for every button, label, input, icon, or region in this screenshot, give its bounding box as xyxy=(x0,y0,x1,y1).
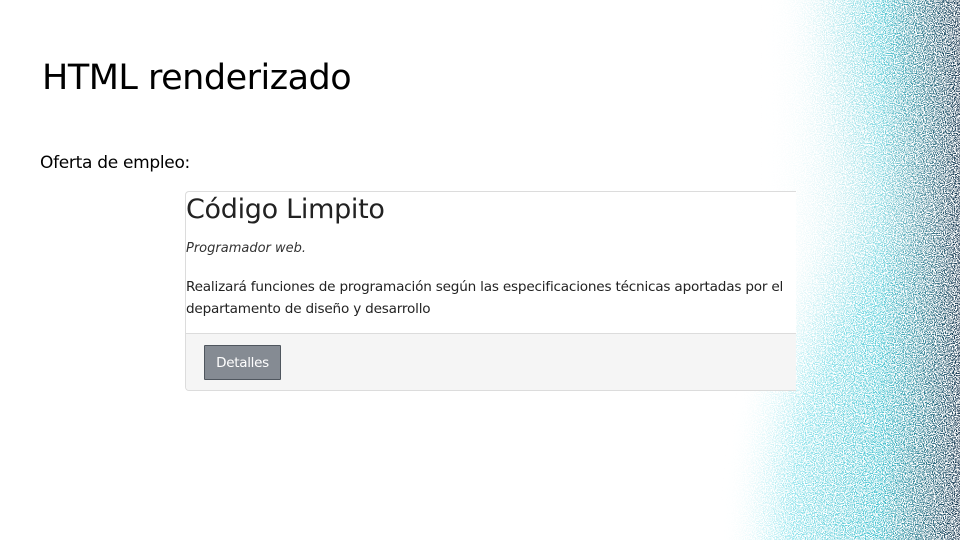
slide-title: HTML renderizado xyxy=(42,58,352,98)
job-offer-card: Código Limpito Programador web. Realizar… xyxy=(185,191,796,391)
details-button[interactable]: Detalles xyxy=(204,345,281,380)
card-subtitle: Programador web. xyxy=(186,241,307,256)
card-footer: Detalles xyxy=(186,333,796,390)
card-title: Código Limpito xyxy=(186,194,385,225)
card-description: Realizará funciones de programación segú… xyxy=(186,279,784,317)
intro-text: Oferta de empleo: xyxy=(40,153,190,173)
